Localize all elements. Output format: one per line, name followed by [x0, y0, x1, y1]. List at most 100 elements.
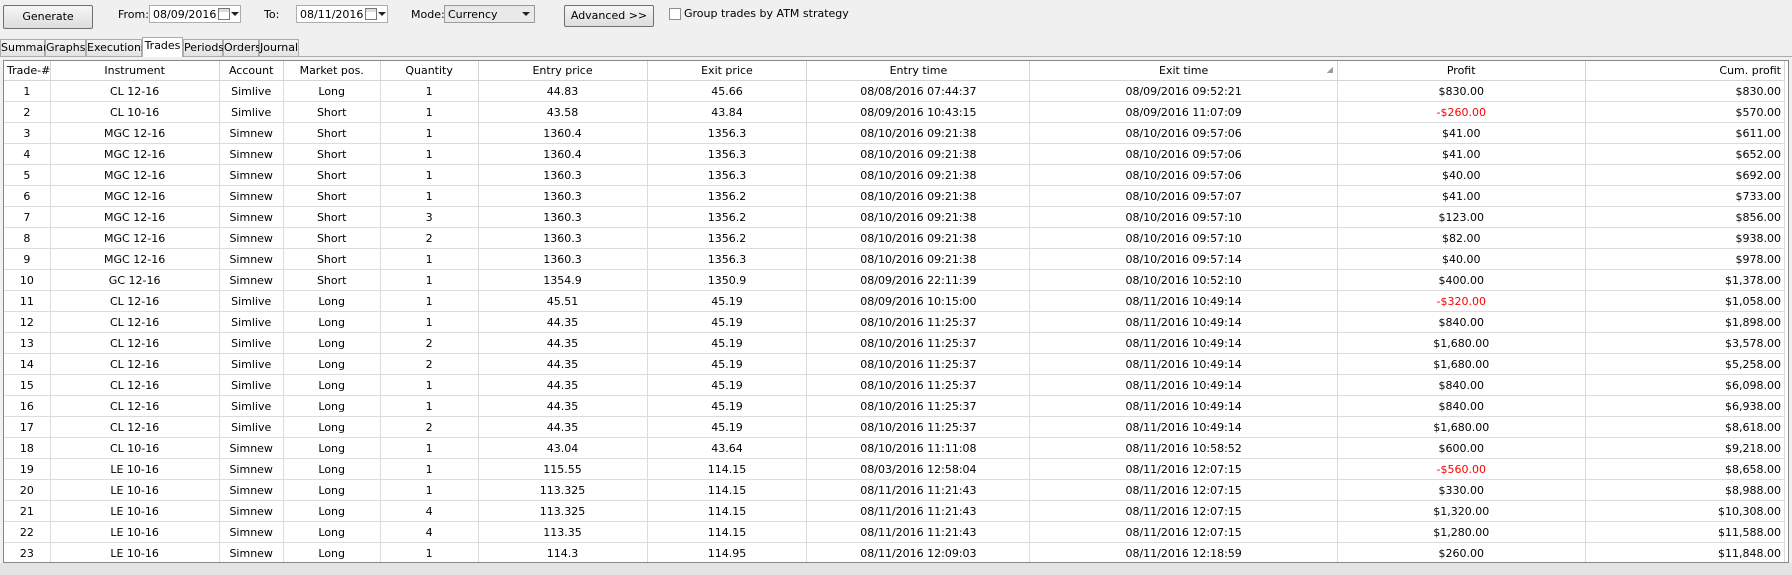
cell-quantity: 2	[380, 227, 479, 249]
tab-trades[interactable]: Trades	[142, 37, 183, 57]
cell-profit: $1,680.00	[1337, 416, 1586, 438]
col-header-exit-time[interactable]: Exit time ◢	[1029, 61, 1338, 81]
tab-summary[interactable]: Summary	[0, 39, 54, 56]
cell-exit-time: 08/09/2016 09:52:21	[1029, 80, 1338, 102]
cell-exit-time: 08/11/2016 12:07:15	[1029, 521, 1338, 543]
cell-cum-profit: $570.00	[1585, 101, 1786, 123]
report-tabs: Summary Graphs Executions Trades Periods…	[0, 37, 1792, 57]
col-header-account[interactable]: Account	[219, 61, 284, 81]
table-row[interactable]: 21 LE 10-16 Simnew Long 4 113.325 114.15 08/11/…	[4, 500, 1786, 522]
table-row[interactable]: 11 CL 12-16 Simlive Long 1 45.51 45.19 08/09/20…	[4, 290, 1786, 312]
cell-entry-time: 08/10/2016 09:21:38	[806, 227, 1031, 249]
trades-grid[interactable]: Trade-# Instrument Account Market pos. Q…	[3, 60, 1789, 563]
table-row[interactable]: 20 LE 10-16 Simnew Long 1 113.325 114.15 08/11/…	[4, 479, 1786, 501]
cell-profit: $40.00	[1337, 164, 1586, 186]
cell-entry-time: 08/11/2016 11:21:43	[806, 521, 1031, 543]
cell-instrument: LE 10-16	[50, 479, 220, 501]
table-row[interactable]: 7 MGC 12-16 Simnew Short 3 1360.3 1356.2 08/10/…	[4, 206, 1786, 228]
cell-exit-price: 114.95	[647, 542, 808, 562]
cell-market-pos: Long	[283, 542, 381, 562]
cell-cum-profit: $733.00	[1585, 185, 1786, 207]
col-header-exit-price[interactable]: Exit price	[647, 61, 808, 81]
table-row[interactable]: 17 CL 12-16 Simlive Long 2 44.35 45.19 08/10/20…	[4, 416, 1786, 438]
cell-profit: $123.00	[1337, 206, 1586, 228]
col-header-exit-time-label: Exit time	[1159, 64, 1209, 77]
col-header-quantity[interactable]: Quantity	[380, 61, 479, 81]
cell-entry-time: 08/09/2016 22:11:39	[806, 269, 1031, 291]
cell-exit-price: 45.19	[647, 290, 808, 312]
col-header-cum-profit[interactable]: Cum. profit	[1585, 61, 1786, 81]
table-row[interactable]: 15 CL 12-16 Simlive Long 1 44.35 45.19 08/10/20…	[4, 374, 1786, 396]
trades-table: Trade-# Instrument Account Market pos. Q…	[4, 61, 1786, 562]
tab-executions[interactable]: Executions	[86, 39, 147, 56]
table-row[interactable]: 19 LE 10-16 Simnew Long 1 115.55 114.15 08/03/2…	[4, 458, 1786, 480]
cell-entry-price: 45.51	[478, 290, 648, 312]
advanced-button[interactable]: Advanced >>	[564, 5, 654, 27]
generate-button[interactable]: Generate	[3, 5, 93, 29]
chevron-down-icon[interactable]	[522, 12, 530, 16]
cell-account: Simnew	[219, 521, 284, 543]
group-by-atm-checkbox[interactable]	[669, 8, 681, 20]
col-header-market-pos[interactable]: Market pos.	[283, 61, 381, 81]
cell-market-pos: Short	[283, 143, 381, 165]
table-row[interactable]: 12 CL 12-16 Simlive Long 1 44.35 45.19 08/10/20…	[4, 311, 1786, 333]
calendar-icon[interactable]	[365, 8, 377, 20]
col-header-trade-number[interactable]: Trade-#	[4, 61, 51, 81]
cell-market-pos: Long	[283, 80, 381, 102]
cell-account: Simnew	[219, 269, 284, 291]
table-row[interactable]: 5 MGC 12-16 Simnew Short 1 1360.3 1356.3 08/10/…	[4, 164, 1786, 186]
tab-graphs[interactable]: Graphs	[45, 39, 86, 56]
cell-entry-time: 08/10/2016 09:21:38	[806, 164, 1031, 186]
cell-profit: $330.00	[1337, 479, 1586, 501]
cell-instrument: CL 12-16	[50, 353, 220, 375]
table-row[interactable]: 1 CL 12-16 Simlive Long 1 44.83 45.66 08/08/201…	[4, 80, 1786, 102]
cell-quantity: 1	[380, 290, 479, 312]
table-row[interactable]: 9 MGC 12-16 Simnew Short 1 1360.3 1356.3 08/10/…	[4, 248, 1786, 270]
cell-entry-time: 08/10/2016 11:25:37	[806, 374, 1031, 396]
table-row[interactable]: 2 CL 10-16 Simlive Short 1 43.58 43.84 08/09/20…	[4, 101, 1786, 123]
tab-orders[interactable]: Orders	[223, 39, 261, 56]
from-date-value: 08/09/2016	[153, 8, 217, 21]
tab-journal[interactable]: Journal	[259, 39, 299, 56]
table-row[interactable]: 8 MGC 12-16 Simnew Short 2 1360.3 1356.2 08/10/…	[4, 227, 1786, 249]
cell-exit-price: 114.15	[647, 500, 808, 522]
chevron-down-icon[interactable]	[378, 12, 386, 16]
cell-entry-time: 08/10/2016 11:11:08	[806, 437, 1031, 459]
table-row[interactable]: 6 MGC 12-16 Simnew Short 1 1360.3 1356.2 08/10/…	[4, 185, 1786, 207]
cell-profit: $1,320.00	[1337, 500, 1586, 522]
cell-profit: -$260.00	[1337, 101, 1586, 123]
table-row[interactable]: 23 LE 10-16 Simnew Long 1 114.3 114.95 08/11/20…	[4, 542, 1786, 562]
col-header-instrument[interactable]: Instrument	[50, 61, 220, 81]
table-row[interactable]: 13 CL 12-16 Simlive Long 2 44.35 45.19 08/10/20…	[4, 332, 1786, 354]
cell-entry-time: 08/10/2016 11:25:37	[806, 332, 1031, 354]
cell-exit-time: 08/10/2016 09:57:06	[1029, 143, 1338, 165]
from-label: From:	[118, 8, 149, 21]
cell-cum-profit: $8,988.00	[1585, 479, 1786, 501]
table-row[interactable]: 3 MGC 12-16 Simnew Short 1 1360.4 1356.3 08/10/…	[4, 122, 1786, 144]
cell-market-pos: Long	[283, 311, 381, 333]
cell-cum-profit: $938.00	[1585, 227, 1786, 249]
table-row[interactable]: 4 MGC 12-16 Simnew Short 1 1360.4 1356.3 08/10/…	[4, 143, 1786, 165]
to-date-picker[interactable]: 08/11/2016	[296, 5, 388, 23]
cell-trade-number: 7	[4, 206, 51, 228]
cell-entry-price: 1360.3	[478, 227, 648, 249]
cell-trade-number: 5	[4, 164, 51, 186]
tab-periods[interactable]: Periods	[183, 39, 224, 56]
from-date-picker[interactable]: 08/09/2016	[149, 5, 241, 23]
table-row[interactable]: 18 CL 10-16 Simnew Long 1 43.04 43.64 08/10/201…	[4, 437, 1786, 459]
calendar-icon[interactable]	[218, 8, 230, 20]
cell-instrument: LE 10-16	[50, 542, 220, 562]
cell-account: Simnew	[219, 458, 284, 480]
cell-instrument: CL 12-16	[50, 80, 220, 102]
table-row[interactable]: 22 LE 10-16 Simnew Long 4 113.35 114.15 08/11/2…	[4, 521, 1786, 543]
table-row[interactable]: 14 CL 12-16 Simlive Long 2 44.35 45.19 08/10/20…	[4, 353, 1786, 375]
table-row[interactable]: 16 CL 12-16 Simlive Long 1 44.35 45.19 08/10/20…	[4, 395, 1786, 417]
table-row[interactable]: 10 GC 12-16 Simnew Short 1 1354.9 1350.9 08/09/…	[4, 269, 1786, 291]
col-header-entry-price[interactable]: Entry price	[478, 61, 648, 81]
col-header-profit[interactable]: Profit	[1337, 61, 1586, 81]
cell-account: Simnew	[219, 206, 284, 228]
mode-select[interactable]: Currency	[444, 5, 535, 23]
col-header-entry-time[interactable]: Entry time	[806, 61, 1031, 81]
cell-cum-profit: $11,588.00	[1585, 521, 1786, 543]
chevron-down-icon[interactable]	[231, 12, 239, 16]
